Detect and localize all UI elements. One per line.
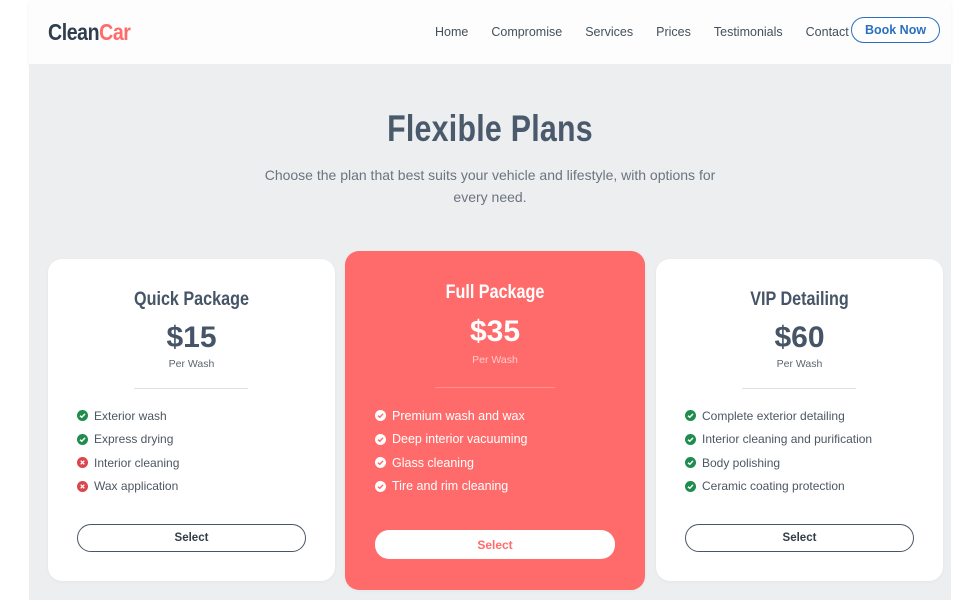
nav-item-prices[interactable]: Prices <box>656 25 691 39</box>
check-circle-icon <box>375 480 386 492</box>
check-circle-icon <box>685 480 696 492</box>
plan-card-full: Full Package $35 Per Wash Premium wash a… <box>345 251 645 590</box>
brand-logo[interactable]: CleanCar <box>48 19 131 46</box>
main-nav: Home Compromise Services Prices Testimon… <box>435 0 872 64</box>
plan-name: Full Package <box>445 282 545 303</box>
plan-feature: Premium wash and wax <box>375 404 528 428</box>
nav-item-compromise[interactable]: Compromise <box>491 25 562 39</box>
plan-feature: Express drying <box>77 428 179 452</box>
plan-feature-label: Interior cleaning and purification <box>702 432 873 447</box>
nav-item-home[interactable]: Home <box>435 25 468 39</box>
plan-feature: Glass cleaning <box>375 451 528 475</box>
plan-feature-list: Complete exterior detailing Interior cle… <box>685 404 872 498</box>
plan-price-unit: Per Wash <box>168 358 215 370</box>
plan-card-vip: VIP Detailing $60 Per Wash Complete exte… <box>656 259 943 581</box>
plan-price: $35 <box>469 315 521 348</box>
check-circle-icon <box>685 433 696 445</box>
plan-feature: Interior cleaning <box>77 451 179 475</box>
x-circle-icon <box>77 457 88 469</box>
plan-price-unit: Per Wash <box>776 358 823 370</box>
plan-price: $60 <box>774 321 825 354</box>
plan-feature: Deep interior vacuuming <box>375 428 528 452</box>
nav-item-services[interactable]: Services <box>585 25 633 39</box>
brand-logo-part1: Clean <box>48 19 100 45</box>
nav-item-contact[interactable]: Contact <box>806 25 849 39</box>
check-circle-icon <box>375 410 386 422</box>
check-circle-icon <box>77 410 88 422</box>
plan-feature: Body polishing <box>685 451 872 475</box>
check-circle-icon <box>685 410 696 422</box>
plan-feature-label: Body polishing <box>702 455 781 470</box>
brand-logo-part2: Car <box>99 19 131 45</box>
check-circle-icon <box>375 457 386 469</box>
plan-feature-label: Premium wash and wax <box>392 408 525 423</box>
nav-item-testimonials[interactable]: Testimonials <box>714 25 783 39</box>
plan-feature-label: Ceramic coating protection <box>702 479 845 494</box>
plan-feature-label: Complete exterior detailing <box>702 408 845 423</box>
plan-feature: Ceramic coating protection <box>685 475 872 499</box>
plan-feature-label: Express drying <box>94 432 174 447</box>
plan-name: Quick Package <box>134 289 249 310</box>
check-circle-icon <box>77 433 88 445</box>
plan-feature-list: Premium wash and wax Deep interior vacuu… <box>375 404 528 498</box>
plan-feature: Exterior wash <box>77 404 179 428</box>
plan-feature: Wax application <box>77 475 179 499</box>
section-title: Flexible Plans <box>387 108 593 149</box>
plan-feature-list: Exterior wash Express drying Interior cl… <box>77 404 179 498</box>
plan-divider <box>134 388 248 389</box>
check-circle-icon <box>685 457 696 469</box>
plan-feature-label: Wax application <box>94 479 179 494</box>
plan-feature-label: Glass cleaning <box>392 455 474 470</box>
plan-feature: Complete exterior detailing <box>685 404 872 428</box>
plan-feature-label: Deep interior vacuuming <box>392 432 528 447</box>
plan-price-unit: Per Wash <box>472 354 518 366</box>
plan-divider <box>435 387 555 388</box>
plan-feature-label: Exterior wash <box>94 408 167 423</box>
select-vip-button[interactable]: Select <box>685 524 914 552</box>
select-quick-button[interactable]: Select <box>77 524 306 552</box>
plan-divider <box>742 388 856 389</box>
plan-name: VIP Detailing <box>750 289 849 310</box>
plan-feature: Interior cleaning and purification <box>685 428 872 452</box>
page: CleanCar Home Compromise Services Prices… <box>0 0 965 600</box>
x-circle-icon <box>77 480 88 492</box>
plan-price: $15 <box>166 321 217 354</box>
plan-feature-label: Interior cleaning <box>94 455 180 470</box>
check-circle-icon <box>375 433 386 445</box>
pricing-section: Flexible Plans Choose the plan that best… <box>29 64 951 600</box>
site-header: CleanCar Home Compromise Services Prices… <box>29 0 951 64</box>
select-full-button[interactable]: Select <box>375 530 615 559</box>
plan-card-quick: Quick Package $15 Per Wash Exterior wash… <box>48 259 335 581</box>
plan-feature: Tire and rim cleaning <box>375 475 528 499</box>
plan-feature-label: Tire and rim cleaning <box>392 479 509 494</box>
book-now-button[interactable]: Book Now <box>851 17 940 43</box>
section-subtitle: Choose the plan that best suits your veh… <box>264 167 716 205</box>
